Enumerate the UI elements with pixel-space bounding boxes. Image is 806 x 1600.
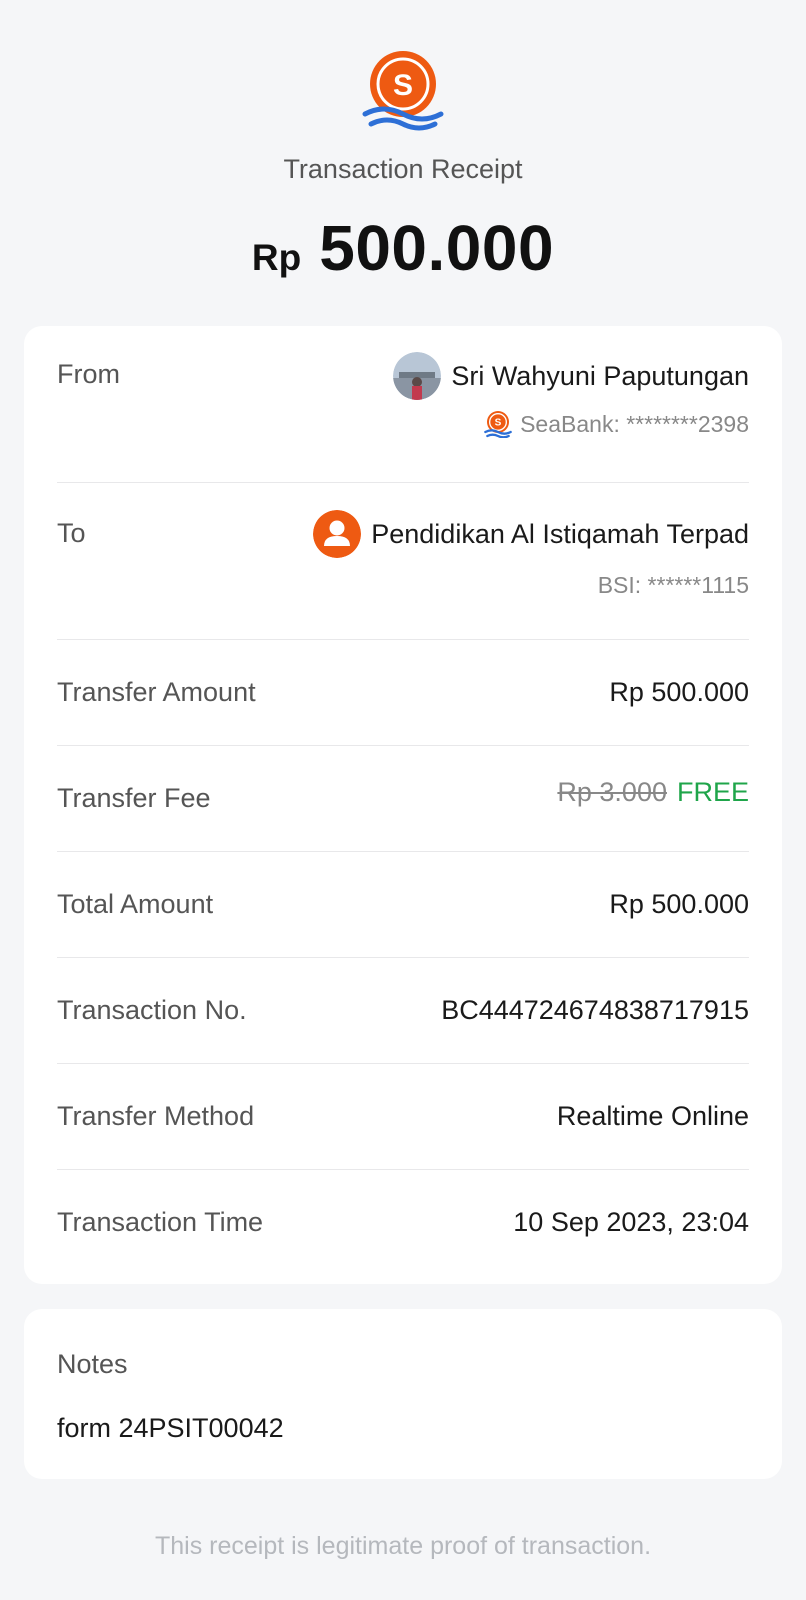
svg-text:S: S [393, 69, 413, 102]
from-row: From Sri Wahyuni Paputungan S SeaBank: *… [57, 326, 749, 483]
recipient-account-number: BSI: ******1115 [597, 572, 749, 598]
receipt-header: S Transaction Receipt Rp 500.000 [0, 0, 806, 285]
notes-card: Notes form 24PSIT00042 [24, 1309, 782, 1479]
transfer-fee-free-badge: FREE [676, 777, 749, 807]
seabank-mini-icon: S [484, 411, 512, 438]
from-label: From [57, 359, 120, 389]
total-amount-value: Rp 500.000 [609, 889, 749, 919]
svg-text:S: S [495, 418, 502, 429]
recipient-name: Pendidikan Al Istiqamah Terpad [371, 518, 749, 549]
transfer-amount-label: Transfer Amount [57, 677, 256, 707]
transaction-no-label: Transaction No. [57, 995, 247, 1025]
transfer-amount-row: Transfer Amount Rp 500.000 [57, 639, 749, 746]
page-title: Transaction Receipt [283, 154, 523, 184]
sender: Sri Wahyuni Paputungan [393, 352, 749, 400]
transaction-details-card: From Sri Wahyuni Paputungan S SeaBank: *… [24, 326, 782, 1284]
to-row: To Pendidikan Al Istiqamah Terpad BSI: *… [57, 482, 749, 640]
transaction-no-row: Transaction No. BC444724674838717915 [57, 957, 749, 1064]
transfer-fee-row: Transfer Fee Rp 3.000 FREE [57, 745, 749, 852]
sender-account: S SeaBank: ********2398 [484, 410, 749, 438]
sender-account-number: SeaBank: ********2398 [520, 410, 749, 437]
amount-value: 500.000 [319, 212, 555, 284]
transaction-time-label: Transaction Time [57, 1207, 264, 1237]
transaction-no-value: BC444724674838717915 [441, 995, 749, 1025]
to-label: To [57, 518, 86, 548]
transfer-fee-original: Rp 3.000 [557, 777, 667, 807]
recipient: Pendidikan Al Istiqamah Terpad [313, 510, 749, 558]
transfer-method-value: Realtime Online [556, 1101, 749, 1131]
transfer-amount-value: Rp 500.000 [609, 677, 749, 707]
total-amount-label: Total Amount [57, 889, 214, 919]
transfer-method-row: Transfer Method Realtime Online [57, 1063, 749, 1170]
notes-value: form 24PSIT00042 [57, 1413, 284, 1443]
recipient-avatar-icon [313, 510, 362, 558]
receipt-amount: Rp 500.000 [0, 211, 806, 285]
receipt-footer-text: This receipt is legitimate proof of tran… [154, 1532, 652, 1560]
transfer-fee-label: Transfer Fee [57, 783, 211, 813]
transaction-time-value: 10 Sep 2023, 23:04 [513, 1207, 749, 1237]
sender-name: Sri Wahyuni Paputungan [451, 360, 749, 391]
seabank-logo-icon: S [362, 51, 444, 131]
total-amount-row: Total Amount Rp 500.000 [57, 851, 749, 958]
sender-avatar [393, 352, 442, 400]
transaction-time-row: Transaction Time 10 Sep 2023, 23:04 [57, 1169, 749, 1275]
amount-currency: Rp [251, 237, 302, 278]
recipient-account: BSI: ******1115 [598, 572, 749, 599]
transfer-fee-value: Rp 3.000 FREE [557, 777, 749, 808]
notes-label: Notes [57, 1349, 128, 1379]
transfer-method-label: Transfer Method [57, 1101, 255, 1131]
